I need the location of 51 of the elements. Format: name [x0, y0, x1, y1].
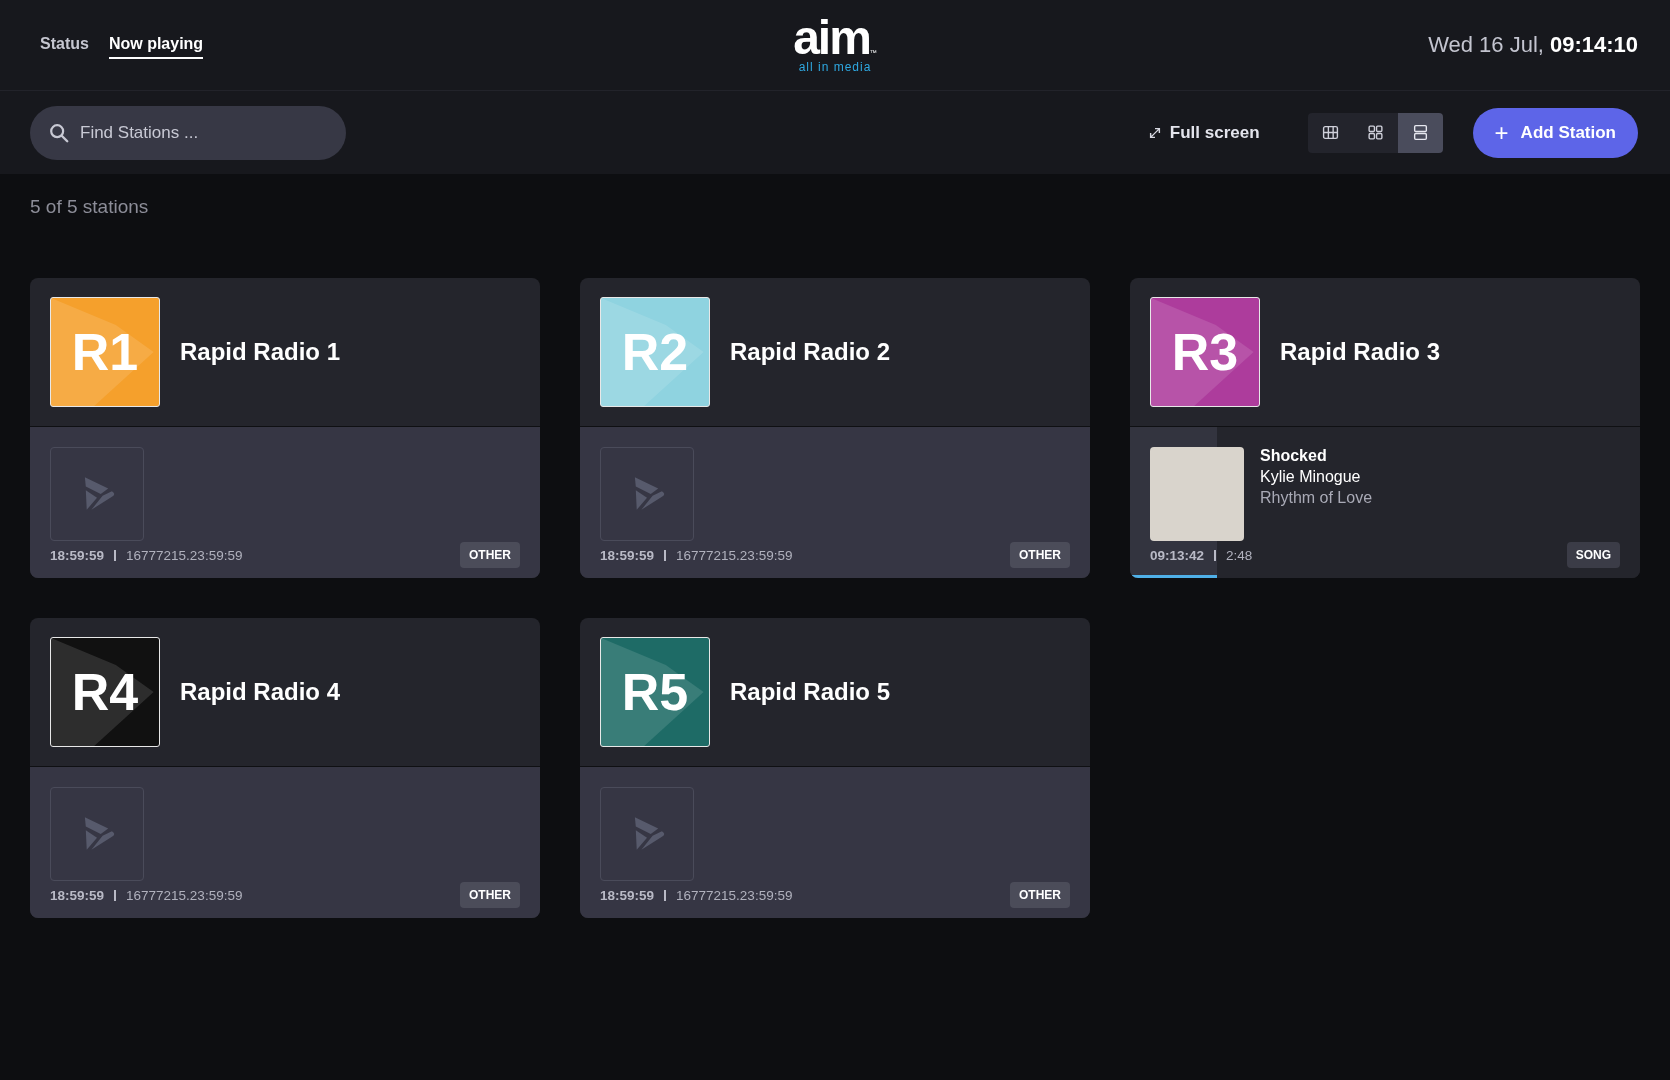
station-logo: R3: [1150, 297, 1260, 407]
station-logo: R2: [600, 297, 710, 407]
station-logo: R5: [600, 637, 710, 747]
clock-time: 09:14:10: [1549, 32, 1638, 58]
station-card[interactable]: R5 Rapid Radio 5 18:59:59 16777215.23:59:59 OTHER: [580, 618, 1090, 918]
duration: 2:48: [1226, 547, 1253, 563]
duration: 16777215.23:59:59: [126, 887, 243, 903]
duration: 16777215.23:59:59: [676, 547, 793, 563]
station-card[interactable]: R1 Rapid Radio 1 18:59:59 16777215.23:59:59 OTHER: [30, 278, 540, 578]
song-title: Shocked: [1260, 447, 1328, 465]
station-name: Rapid Radio 3: [1280, 338, 1441, 366]
add-station-button[interactable]: + Add Station: [1472, 107, 1638, 158]
start-time: 18:59:59: [50, 887, 105, 903]
type-badge: OTHER: [460, 882, 520, 908]
song-album: Rhythm of Love: [1260, 489, 1373, 507]
station-name: Rapid Radio 2: [730, 338, 891, 366]
logo-wordmark: aim: [793, 14, 870, 62]
start-time: 18:59:59: [50, 547, 105, 563]
station-count: 5 of 5 stations: [29, 195, 150, 219]
station-card[interactable]: R3 Rapid Radio 3 Shocked Kylie Minogue Rhythm of Love 09:13:42 2:48 SONG: [1130, 278, 1640, 578]
duration: 16777215.23:59:59: [126, 547, 243, 563]
station-logo: R1: [50, 297, 160, 407]
station-card[interactable]: R4 Rapid Radio 4 18:59:59 16777215.23:59:59 OTHER: [30, 618, 540, 918]
rows-view-button[interactable]: [1397, 112, 1443, 153]
clock-date: Wed 16 Jul,: [1428, 32, 1544, 58]
type-badge: OTHER: [1010, 542, 1070, 568]
station-name: Rapid Radio 1: [180, 338, 341, 366]
full-screen-button[interactable]: Full screen: [1141, 121, 1266, 144]
nav-tab[interactable]: Now playing: [108, 31, 204, 59]
search-icon: [48, 121, 70, 144]
expand-icon: [1147, 125, 1162, 140]
search-field[interactable]: Find Stations ...: [30, 105, 346, 160]
duration: 16777215.23:59:59: [676, 887, 793, 903]
grid-layout-icon: [1366, 124, 1384, 141]
station-logo: R4: [50, 637, 160, 747]
type-badge: OTHER: [460, 542, 520, 568]
type-badge: SONG: [1566, 542, 1620, 568]
song-artist: Kylie Minogue: [1260, 468, 1362, 486]
type-badge: OTHER: [1010, 882, 1070, 908]
table-layout-icon: [1321, 124, 1339, 141]
table-view-button[interactable]: [1307, 112, 1353, 153]
station-card[interactable]: R2 Rapid Radio 2 18:59:59 16777215.23:59:59 OTHER: [580, 278, 1090, 578]
logo-tagline: all in media: [798, 60, 872, 74]
nav-tab[interactable]: Status: [40, 31, 89, 59]
grid-view-button[interactable]: [1352, 112, 1398, 153]
rows-layout-icon: [1411, 124, 1429, 141]
start-time: 18:59:59: [600, 887, 655, 903]
start-time: 09:13:42: [1150, 547, 1205, 563]
station-name: Rapid Radio 4: [180, 678, 341, 706]
start-time: 18:59:59: [600, 547, 655, 563]
station-name: Rapid Radio 5: [730, 678, 891, 706]
